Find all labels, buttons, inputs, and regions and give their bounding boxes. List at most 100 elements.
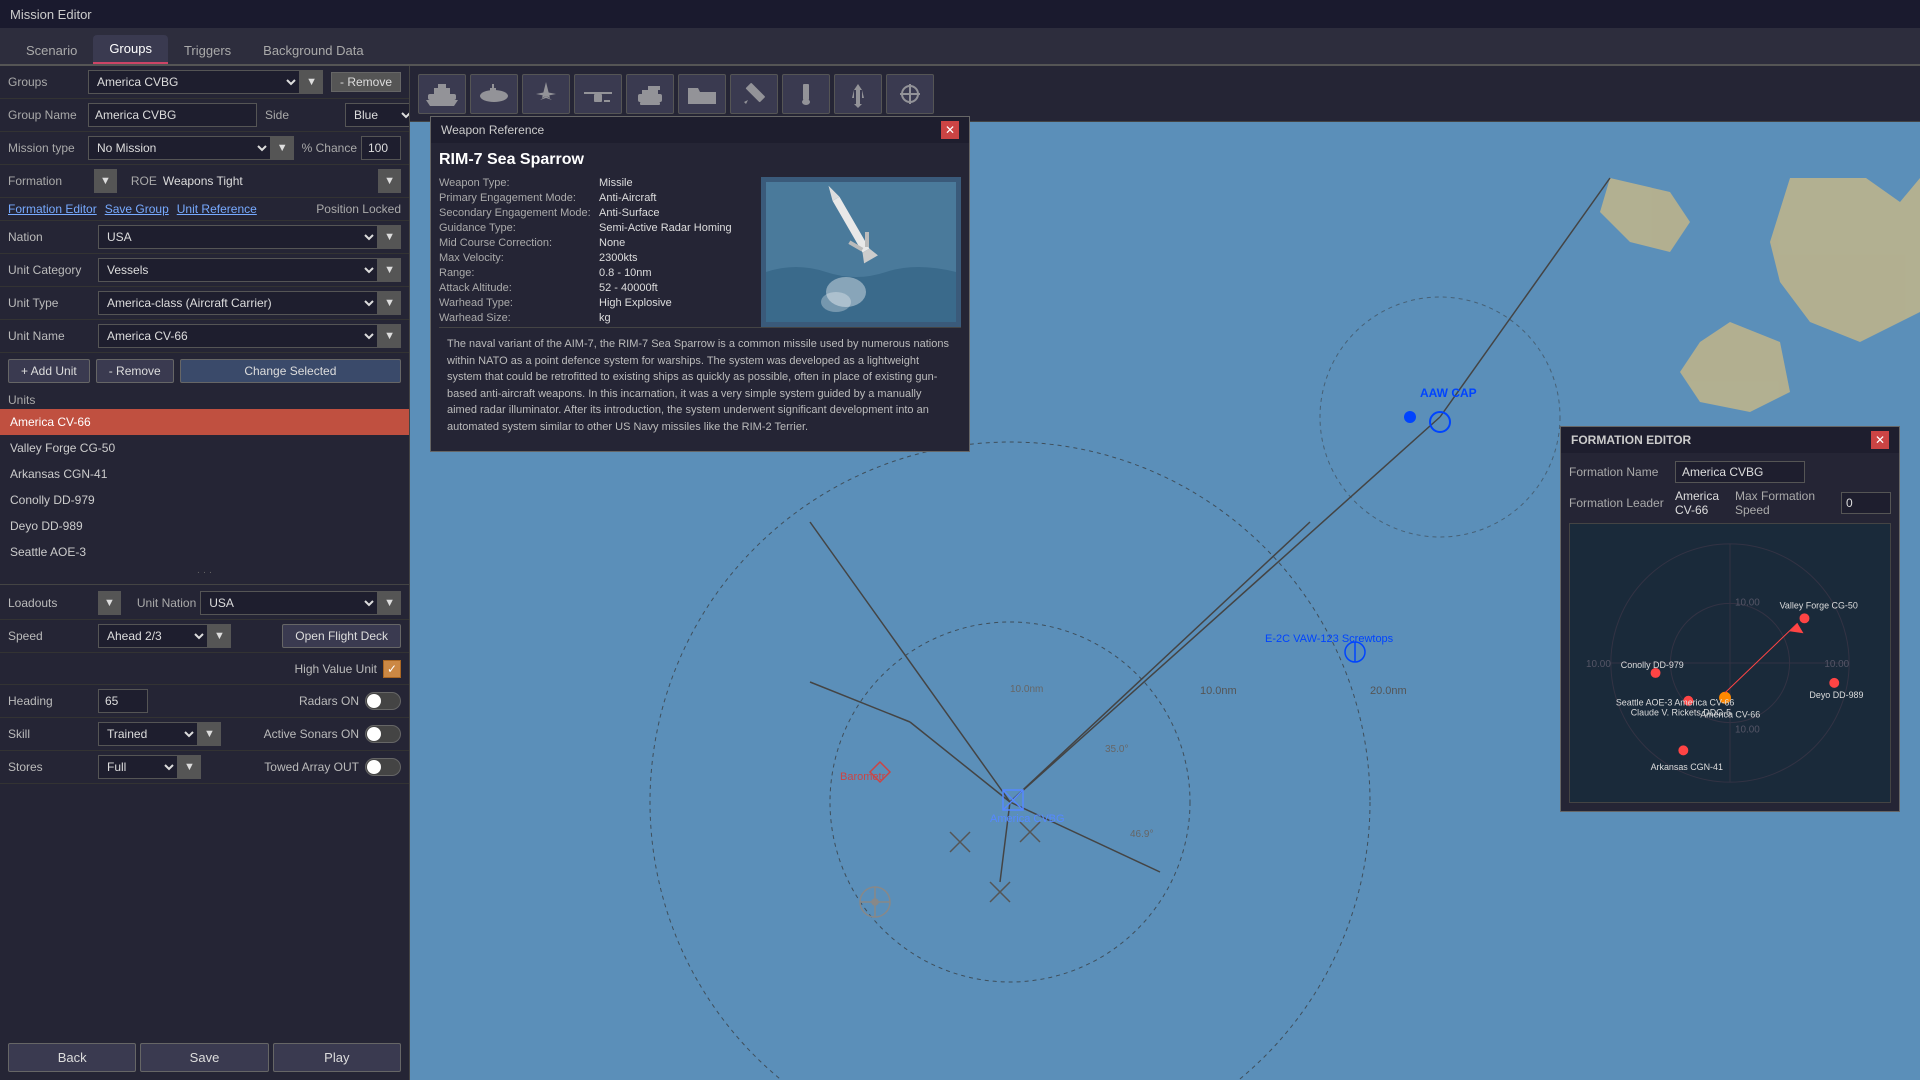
- tab-bar: Scenario Groups Triggers Background Data: [0, 28, 1920, 66]
- unit-category-row: Unit Category Vessels ▼: [0, 254, 409, 287]
- left-panel: Groups America CVBG ▼ - Remove Group Nam…: [0, 66, 410, 1080]
- attack-alt-label: Attack Altitude:: [439, 282, 599, 294]
- stores-arrow[interactable]: ▼: [178, 755, 201, 779]
- fe-title: FORMATION EDITOR: [1571, 433, 1691, 447]
- formation-editor-link[interactable]: Formation Editor: [8, 202, 97, 216]
- pencil-icon[interactable]: [730, 74, 778, 114]
- unit-type-select[interactable]: America-class (Aircraft Carrier): [98, 291, 378, 315]
- tab-groups[interactable]: Groups: [93, 35, 168, 64]
- unit-name-label: Unit Name: [8, 329, 98, 343]
- roe-arrow[interactable]: ▼: [378, 169, 401, 193]
- hvu-checkbox[interactable]: ✓: [383, 660, 401, 678]
- midcourse-label: Mid Course Correction:: [439, 237, 599, 249]
- nation-arrow[interactable]: ▼: [378, 225, 401, 249]
- skill-arrow[interactable]: ▼: [198, 722, 221, 746]
- main-layout: Groups America CVBG ▼ - Remove Group Nam…: [0, 66, 1920, 1080]
- warhead-type-label: Warhead Type:: [439, 297, 599, 309]
- midcourse-value: None: [599, 237, 625, 249]
- unit-type-arrow[interactable]: ▼: [378, 291, 401, 315]
- unit-item-2[interactable]: Arkansas CGN-41: [0, 461, 409, 487]
- unit-category-label: Unit Category: [8, 263, 98, 277]
- tab-triggers[interactable]: Triggers: [168, 37, 247, 64]
- unit-item-3[interactable]: Conolly DD-979: [0, 487, 409, 513]
- chance-input[interactable]: [361, 136, 401, 160]
- heading-input[interactable]: [98, 689, 148, 713]
- units-label: Units: [8, 393, 58, 407]
- tank-icon[interactable]: [626, 74, 674, 114]
- fighter-icon[interactable]: [522, 74, 570, 114]
- heading-row: Heading Radars ON: [0, 685, 409, 718]
- mission-type-label: Mission type: [8, 141, 88, 155]
- ship-icon[interactable]: [418, 74, 466, 114]
- unit-reference-link[interactable]: Unit Reference: [177, 202, 257, 216]
- loadouts-arrow[interactable]: ▼: [98, 591, 121, 615]
- fe-formation-name-input[interactable]: [1675, 461, 1805, 483]
- secondary-value: Anti-Surface: [599, 207, 660, 219]
- remove-unit-btn[interactable]: - Remove: [96, 359, 174, 383]
- weapon-ref-title: Weapon Reference: [441, 123, 544, 137]
- heading-label: Heading: [8, 694, 98, 708]
- unit-name-select[interactable]: America CV-66: [98, 324, 378, 348]
- guidance-value: Semi-Active Radar Homing: [599, 222, 732, 234]
- unit-item-4[interactable]: Deyo DD-989: [0, 513, 409, 539]
- unit-nation-select[interactable]: USA: [200, 591, 378, 615]
- group-name-input[interactable]: [88, 103, 257, 127]
- groups-dropdown-arrow[interactable]: ▼: [300, 70, 323, 94]
- unit-nation-label: Unit Nation: [137, 596, 196, 610]
- unit-name-arrow[interactable]: ▼: [378, 324, 401, 348]
- open-flight-deck-btn[interactable]: Open Flight Deck: [282, 624, 401, 648]
- svg-text:E-2C VAW-123 Screwtops: E-2C VAW-123 Screwtops: [1265, 633, 1394, 645]
- mission-type-arrow[interactable]: ▼: [271, 136, 294, 160]
- radars-toggle[interactable]: [365, 692, 401, 710]
- brush-icon[interactable]: [782, 74, 830, 114]
- map-area[interactable]: 10.0nm 20.0nm AAW CAP E-2C VAW-123 Screw…: [410, 66, 1920, 1080]
- range-value: 0.8 - 10nm: [599, 267, 652, 279]
- fe-max-speed-label: Max Formation Speed: [1735, 489, 1835, 517]
- svg-text:Seattle AOE-3 America CV-66: Seattle AOE-3 America CV-66: [1616, 698, 1735, 708]
- unit-category-arrow[interactable]: ▼: [378, 258, 401, 282]
- target-icon[interactable]: [886, 74, 934, 114]
- secondary-label: Secondary Engagement Mode:: [439, 207, 599, 219]
- side-select[interactable]: Blue: [345, 103, 410, 127]
- formation-row: Formation ▼ ROE Weapons Tight ▼: [0, 165, 409, 198]
- active-sonars-label: Active Sonars ON: [264, 727, 359, 741]
- groups-remove-btn[interactable]: - Remove: [331, 72, 401, 92]
- unit-item-1[interactable]: Valley Forge CG-50: [0, 435, 409, 461]
- change-selected-btn[interactable]: Change Selected: [180, 359, 401, 383]
- groups-label: Groups: [8, 75, 88, 89]
- save-btn[interactable]: Save: [140, 1043, 268, 1072]
- unit-item-5[interactable]: Seattle AOE-3: [0, 539, 409, 565]
- towed-array-label: Towed Array OUT: [264, 760, 359, 774]
- skill-select[interactable]: Trained: [98, 722, 198, 746]
- tab-background-data[interactable]: Background Data: [247, 37, 379, 64]
- side-label: Side: [265, 108, 345, 122]
- guidance-label: Guidance Type:: [439, 222, 599, 234]
- play-btn[interactable]: Play: [273, 1043, 401, 1072]
- weapon-ref-content: RIM-7 Sea Sparrow Weapon Type: Missile P…: [431, 143, 969, 451]
- helicopter-icon[interactable]: [574, 74, 622, 114]
- active-sonars-toggle[interactable]: [365, 725, 401, 743]
- fe-close-btn[interactable]: ✕: [1871, 431, 1889, 449]
- groups-select[interactable]: America CVBG: [88, 70, 300, 94]
- unit-nation-arrow[interactable]: ▼: [378, 591, 401, 615]
- mission-type-select[interactable]: No Mission: [88, 136, 271, 160]
- save-group-link[interactable]: Save Group: [105, 202, 169, 216]
- submarine-icon[interactable]: [470, 74, 518, 114]
- speed-arrow[interactable]: ▼: [208, 624, 231, 648]
- primary-label: Primary Engagement Mode:: [439, 192, 599, 204]
- fe-formation-name-row: Formation Name: [1569, 461, 1891, 483]
- formation-arrow[interactable]: ▼: [94, 169, 117, 193]
- weapon-ref-close-btn[interactable]: ✕: [941, 121, 959, 139]
- missile-icon[interactable]: [834, 74, 882, 114]
- nation-select[interactable]: USA: [98, 225, 378, 249]
- fe-max-speed-input[interactable]: [1841, 492, 1891, 514]
- towed-array-toggle[interactable]: [365, 758, 401, 776]
- stores-select[interactable]: Full: [98, 755, 178, 779]
- back-btn[interactable]: Back: [8, 1043, 136, 1072]
- unit-category-select[interactable]: Vessels: [98, 258, 378, 282]
- tab-scenario[interactable]: Scenario: [10, 37, 93, 64]
- unit-item-0[interactable]: America CV-66: [0, 409, 409, 435]
- speed-select[interactable]: Ahead 2/3: [98, 624, 208, 648]
- add-unit-btn[interactable]: + Add Unit: [8, 359, 90, 383]
- folder-icon[interactable]: [678, 74, 726, 114]
